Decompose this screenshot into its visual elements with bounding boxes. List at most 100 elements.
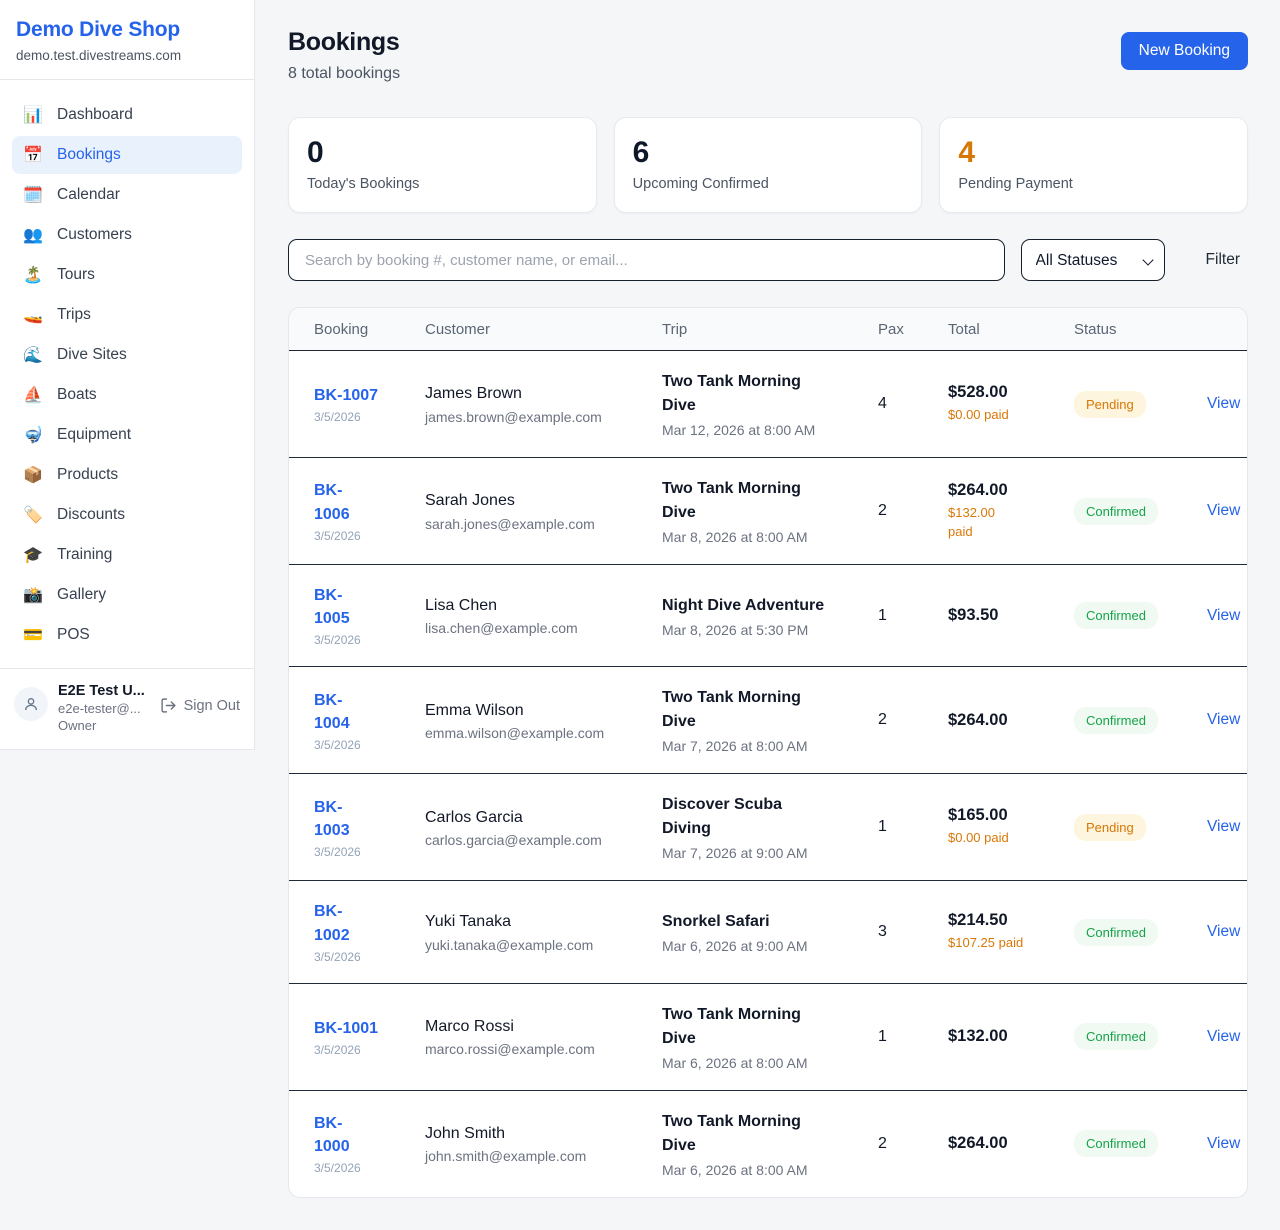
page-title: Bookings <box>288 28 400 57</box>
amount-paid: $0.00 paid <box>948 829 1074 848</box>
booking-date: 3/5/2026 <box>314 1043 425 1057</box>
sidebar-item-equipment[interactable]: 🤿 Equipment <box>12 416 242 454</box>
stat-label: Today's Bookings <box>307 176 578 192</box>
spiral-calendar-icon: 🗓️ <box>22 185 44 205</box>
booking-date: 3/5/2026 <box>314 950 425 964</box>
credit-card-icon: 💳 <box>22 625 44 645</box>
speedboat-icon: 🚤 <box>22 305 44 325</box>
view-link[interactable]: View <box>1207 711 1240 728</box>
status-badge: Confirmed <box>1074 1023 1158 1050</box>
sidebar-item-label: Tours <box>57 266 95 284</box>
trip-date: Mar 8, 2026 at 8:00 AM <box>662 529 878 545</box>
stat-label: Upcoming Confirmed <box>633 176 904 192</box>
status-badge: Confirmed <box>1074 707 1158 734</box>
booking-id-link[interactable]: BK-1002 <box>314 900 350 946</box>
trip-name: Discover ScubaDiving <box>662 793 878 841</box>
view-link[interactable]: View <box>1207 818 1240 835</box>
main-content: Bookings 8 total bookings New Booking 0 … <box>255 0 1280 1230</box>
actions-cell: View <box>1195 607 1240 625</box>
filter-button[interactable]: Filter <box>1198 251 1248 269</box>
trip-cell: Two Tank MorningDive Mar 8, 2026 at 8:00… <box>662 477 878 545</box>
booking-id-link[interactable]: BK-1005 <box>314 584 350 630</box>
sidebar-item-calendar[interactable]: 🗓️ Calendar <box>12 176 242 214</box>
brand-block: Demo Dive Shop demo.test.divestreams.com <box>0 0 254 80</box>
sidebar-item-boats[interactable]: ⛵ Boats <box>12 376 242 414</box>
status-select-wrap: All Statuses <box>1021 239 1165 281</box>
person-icon <box>23 696 39 712</box>
column-header-total: Total <box>948 321 1074 338</box>
customer-cell: John Smith john.smith@example.com <box>425 1123 662 1164</box>
pax-cell: 2 <box>878 711 948 729</box>
booking-cell: BK-1006 3/5/2026 <box>314 479 425 542</box>
customer-cell: Marco Rossi marco.rossi@example.com <box>425 1016 662 1057</box>
trip-date: Mar 6, 2026 at 8:00 AM <box>662 1055 878 1071</box>
amount-paid: $0.00 paid <box>948 406 1074 425</box>
booking-id-link[interactable]: BK-1006 <box>314 479 350 525</box>
user-email: e2e-tester@... <box>58 701 150 716</box>
sidebar-item-tours[interactable]: 🏝️ Tours <box>12 256 242 294</box>
sign-out-button[interactable]: Sign Out <box>160 697 240 714</box>
sidebar-item-trips[interactable]: 🚤 Trips <box>12 296 242 334</box>
brand-domain: demo.test.divestreams.com <box>16 48 238 63</box>
booking-id-link[interactable]: BK-1003 <box>314 796 350 842</box>
table-row: BK-1007 3/5/2026 James Brown james.brown… <box>289 351 1247 458</box>
view-link[interactable]: View <box>1207 502 1240 519</box>
actions-cell: View <box>1195 923 1240 941</box>
view-link[interactable]: View <box>1207 1135 1240 1152</box>
graduation-cap-icon: 🎓 <box>22 545 44 565</box>
sidebar-item-label: POS <box>57 626 90 644</box>
view-link[interactable]: View <box>1207 923 1240 940</box>
view-link[interactable]: View <box>1207 395 1240 412</box>
booking-cell: BK-1002 3/5/2026 <box>314 900 425 963</box>
status-badge: Confirmed <box>1074 602 1158 629</box>
sidebar-item-gallery[interactable]: 📸 Gallery <box>12 576 242 614</box>
view-link[interactable]: View <box>1207 1028 1240 1045</box>
sidebar-item-label: Customers <box>57 226 132 244</box>
status-select[interactable]: All Statuses <box>1021 239 1165 281</box>
stats-row: 0 Today's Bookings 6 Upcoming Confirmed … <box>288 117 1248 213</box>
user-role: Owner <box>58 718 150 733</box>
logout-icon <box>160 697 177 714</box>
sidebar-item-dashboard[interactable]: 📊 Dashboard <box>12 96 242 134</box>
customer-email: marco.rossi@example.com <box>425 1041 662 1057</box>
total-amount: $165.00 <box>948 806 1074 825</box>
customer-name: Yuki Tanaka <box>425 911 662 933</box>
user-name: E2E Test U... <box>58 683 150 699</box>
trip-name: Two Tank MorningDive <box>662 370 878 418</box>
total-amount: $93.50 <box>948 606 1074 625</box>
customer-cell: Yuki Tanaka yuki.tanaka@example.com <box>425 911 662 952</box>
booking-id-link[interactable]: BK-1007 <box>314 384 378 407</box>
amount-paid: $107.25 paid <box>948 934 1074 953</box>
total-amount: $528.00 <box>948 383 1074 402</box>
bookings-table: Booking Customer Trip Pax Total Status B… <box>288 307 1248 1198</box>
sidebar-item-pos[interactable]: 💳 POS <box>12 616 242 654</box>
booking-id-link[interactable]: BK-1000 <box>314 1112 350 1158</box>
table-row: BK-1003 3/5/2026 Carlos Garcia carlos.ga… <box>289 774 1247 881</box>
sidebar-item-label: Equipment <box>57 426 131 444</box>
sidebar-item-discounts[interactable]: 🏷️ Discounts <box>12 496 242 534</box>
search-input[interactable] <box>288 239 1005 281</box>
table-row: BK-1005 3/5/2026 Lisa Chen lisa.chen@exa… <box>289 565 1247 667</box>
total-cell: $93.50 <box>948 606 1074 625</box>
stat-value: 6 <box>633 136 904 169</box>
column-header-trip: Trip <box>662 321 878 338</box>
view-link[interactable]: View <box>1207 607 1240 624</box>
booking-id-link[interactable]: BK-1001 <box>314 1017 378 1040</box>
new-booking-button[interactable]: New Booking <box>1121 32 1248 70</box>
trip-name: Two Tank MorningDive <box>662 477 878 525</box>
trip-name: Two Tank MorningDive <box>662 686 878 734</box>
sidebar-item-customers[interactable]: 👥 Customers <box>12 216 242 254</box>
customer-name: Emma Wilson <box>425 700 662 722</box>
sidebar-item-bookings[interactable]: 📅 Bookings <box>12 136 242 174</box>
booking-id-link[interactable]: BK-1004 <box>314 689 350 735</box>
trip-date: Mar 6, 2026 at 9:00 AM <box>662 938 878 954</box>
actions-cell: View <box>1195 711 1240 729</box>
sidebar-item-training[interactable]: 🎓 Training <box>12 536 242 574</box>
sidebar-item-dive-sites[interactable]: 🌊 Dive Sites <box>12 336 242 374</box>
pax-cell: 4 <box>878 395 948 413</box>
sidebar-item-products[interactable]: 📦 Products <box>12 456 242 494</box>
customer-cell: Lisa Chen lisa.chen@example.com <box>425 595 662 636</box>
page-subtitle: 8 total bookings <box>288 65 400 83</box>
total-cell: $165.00 $0.00 paid <box>948 806 1074 848</box>
booking-date: 3/5/2026 <box>314 738 425 752</box>
